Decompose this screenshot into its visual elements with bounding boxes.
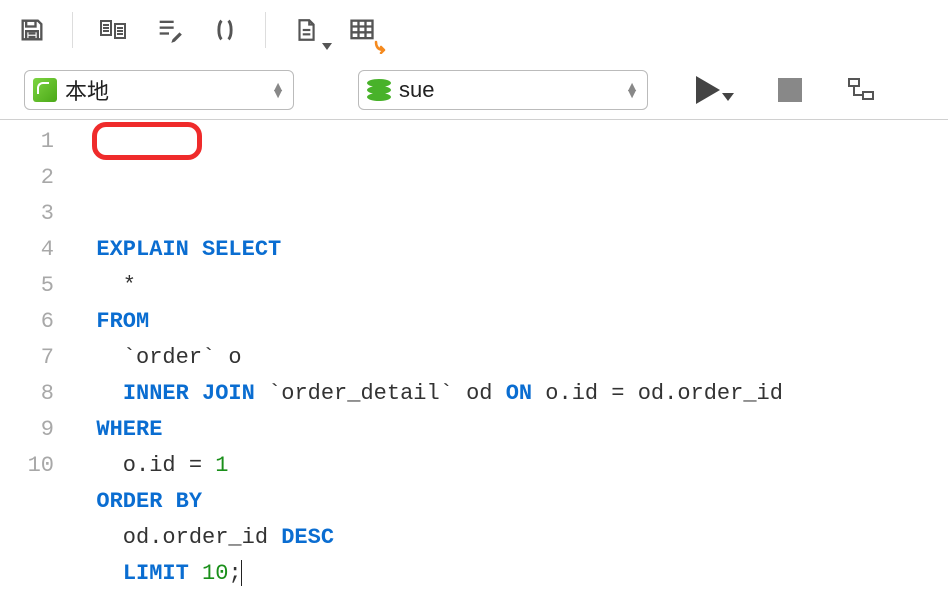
selector-row: 本地 ▲▼ sue ▲▼ <box>0 60 948 120</box>
save-icon[interactable] <box>8 6 56 54</box>
toolbar-divider <box>72 12 73 48</box>
table-export-icon[interactable] <box>338 6 386 54</box>
toolbar-divider <box>265 12 266 48</box>
line-number: 2 <box>0 160 54 196</box>
line-number: 4 <box>0 232 54 268</box>
code-line[interactable]: EXPLAIN SELECT <box>70 232 783 268</box>
code-line[interactable]: LIMIT 10; <box>70 556 783 592</box>
line-number: 10 <box>0 448 54 484</box>
play-icon <box>696 76 720 104</box>
stop-button[interactable] <box>778 78 802 102</box>
line-number: 5 <box>0 268 54 304</box>
code-line[interactable]: o.id = 1 <box>70 448 783 484</box>
code-line[interactable]: * <box>70 268 783 304</box>
dropdown-icon <box>722 93 734 101</box>
line-number: 7 <box>0 340 54 376</box>
line-number: 6 <box>0 304 54 340</box>
updown-icon: ▲▼ <box>625 83 639 97</box>
updown-icon: ▲▼ <box>271 83 285 97</box>
code-area[interactable]: EXPLAIN SELECT * FROM `order` o INNER JO… <box>70 120 783 592</box>
line-number: 3 <box>0 196 54 232</box>
sql-editor[interactable]: 12345678910 EXPLAIN SELECT * FROM `order… <box>0 120 948 592</box>
connection-icon <box>33 78 57 102</box>
edit-list-icon[interactable] <box>145 6 193 54</box>
database-selector[interactable]: sue ▲▼ <box>358 70 648 110</box>
code-line[interactable]: WHERE <box>70 412 783 448</box>
explain-highlight <box>92 122 202 160</box>
line-gutter: 12345678910 <box>0 120 70 592</box>
code-line[interactable]: INNER JOIN `order_detail` od ON o.id = o… <box>70 376 783 412</box>
code-line[interactable]: od.order_id DESC <box>70 520 783 556</box>
document-dropdown-icon[interactable] <box>282 6 330 54</box>
database-label: sue <box>399 77 617 103</box>
line-number: 8 <box>0 376 54 412</box>
line-number: 1 <box>0 124 54 160</box>
code-line[interactable]: `order` o <box>70 340 783 376</box>
run-button[interactable] <box>696 76 734 104</box>
structure-icon[interactable] <box>846 76 876 104</box>
parentheses-icon[interactable] <box>201 6 249 54</box>
database-icon <box>367 79 391 101</box>
connection-label: 本地 <box>65 74 263 106</box>
code-line[interactable]: FROM <box>70 304 783 340</box>
copy-doc-icon[interactable] <box>89 6 137 54</box>
line-number: 9 <box>0 412 54 448</box>
main-toolbar <box>0 0 948 60</box>
code-line[interactable]: ORDER BY <box>70 484 783 520</box>
connection-selector[interactable]: 本地 ▲▼ <box>24 70 294 110</box>
